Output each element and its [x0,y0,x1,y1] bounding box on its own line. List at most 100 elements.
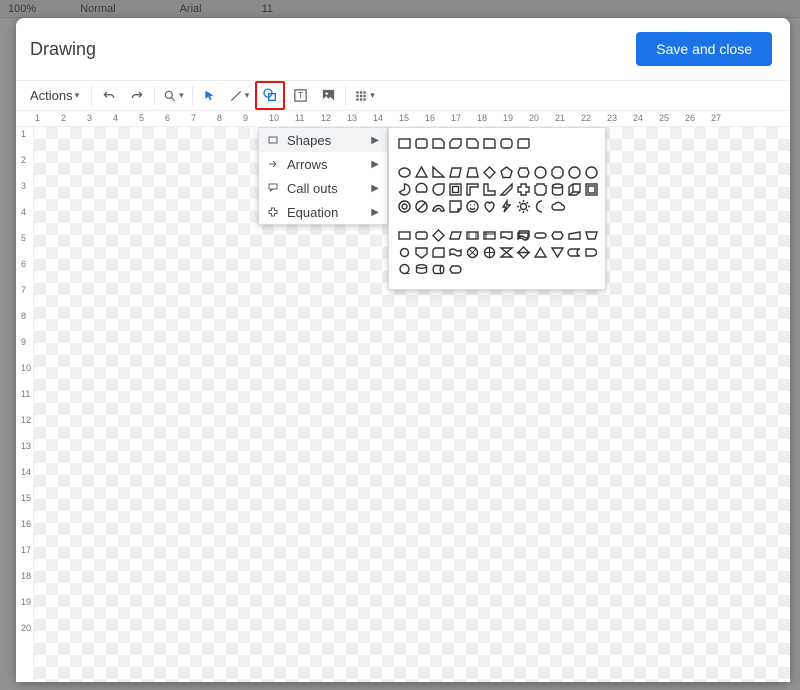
shape-category-arrows[interactable]: Arrows▶ [259,152,387,176]
shape-can[interactable] [550,182,565,197]
shape-prep[interactable] [550,228,565,243]
zoom-button[interactable] [159,84,188,108]
shape-or[interactable] [482,245,497,260]
shape-cloud[interactable] [550,199,565,214]
shape-merge[interactable] [550,245,565,260]
ruler-v-tick: 13 [16,441,33,467]
ruler-h-tick: 8 [216,113,242,123]
shape-internal[interactable] [482,228,497,243]
shape-snip1[interactable] [431,136,446,151]
drawing-canvas[interactable]: Shapes▶Arrows▶Call outs▶Equation▶ [34,127,790,682]
shape-moon[interactable] [533,199,548,214]
shape-data[interactable] [448,228,463,243]
shape-offpage[interactable] [414,245,429,260]
actions-menu-button[interactable]: Actions [22,84,87,108]
shape-bevel[interactable] [584,182,599,197]
ruler-h-tick: 23 [606,113,632,123]
shape-donut[interactable] [397,199,412,214]
shape-category-shapes[interactable]: Shapes▶ [259,128,387,152]
shape-diamond[interactable] [482,165,497,180]
shape-teardrop[interactable] [431,182,446,197]
shape-rtriangle[interactable] [431,165,446,180]
shape-sun[interactable] [516,199,531,214]
shape-dodecagon[interactable] [584,165,599,180]
shape-hexagon[interactable] [516,165,531,180]
shape-heptagon[interactable] [533,165,548,180]
shape-storeddata[interactable] [567,245,582,260]
shape-seqaccess[interactable] [397,262,412,277]
shape-frame[interactable] [448,182,463,197]
save-and-close-button[interactable]: Save and close [636,32,772,66]
shape-smiley[interactable] [465,199,480,214]
shape-terminator[interactable] [533,228,548,243]
shape-manualop[interactable] [584,228,599,243]
shape-triangle[interactable] [414,165,429,180]
shape-lshape[interactable] [482,182,497,197]
shape-summing[interactable] [465,245,480,260]
shape-tool-button[interactable] [257,83,283,107]
ruler-h-tick: 9 [242,113,268,123]
separator [192,86,193,106]
shape-blockarc[interactable] [431,199,446,214]
shape-directaccess[interactable] [431,262,446,277]
shape-multidoc[interactable] [516,228,531,243]
shape-plaque[interactable] [533,182,548,197]
shape-lightning[interactable] [499,199,514,214]
shape-halfframe[interactable] [465,182,480,197]
shape-round-rect[interactable] [414,136,429,151]
shape-trapezoid[interactable] [465,165,480,180]
separator [91,86,92,106]
shape-parallelogram[interactable] [448,165,463,180]
shape-collate[interactable] [499,245,514,260]
line-tool-button[interactable] [225,84,254,108]
shape-sort[interactable] [516,245,531,260]
undo-button[interactable] [96,84,122,108]
more-tool-button[interactable] [350,84,379,108]
shape-category-equation[interactable]: Equation▶ [259,200,387,224]
shape-snip2[interactable] [448,136,463,151]
shape-extract[interactable] [533,245,548,260]
palette-row [397,199,597,214]
submenu-arrow-icon: ▶ [371,207,379,218]
shape-chord[interactable] [414,182,429,197]
shape-ellipse[interactable] [397,165,412,180]
shape-foldcorner[interactable] [448,199,463,214]
shape-display[interactable] [448,262,463,277]
shape-round1[interactable] [482,136,497,151]
shape-punchtape[interactable] [448,245,463,260]
shape-diagstripe[interactable] [499,182,514,197]
shape-predefined[interactable] [465,228,480,243]
shape-decagon[interactable] [567,165,582,180]
shape-heart[interactable] [482,199,497,214]
shape-document[interactable] [499,228,514,243]
shape-manualinput[interactable] [567,228,582,243]
textbox-tool-button[interactable]: T [287,84,313,108]
shape-delay[interactable] [584,245,599,260]
shape-noentry[interactable] [414,199,429,214]
shape-pentagon[interactable] [499,165,514,180]
menu-item-label: Call outs [287,181,371,196]
canvas-area: 1234567891011121314151617181920 Shapes▶A… [16,127,790,682]
separator [154,86,155,106]
shape-magdisk[interactable] [414,262,429,277]
shape-pie[interactable] [397,182,412,197]
ruler-v-tick: 12 [16,415,33,441]
shape-rounddiag[interactable] [516,136,531,151]
shape-altprocess[interactable] [414,228,429,243]
submenu-arrow-icon: ▶ [371,159,379,170]
select-tool-button[interactable] [197,84,223,108]
image-tool-button[interactable] [315,84,341,108]
shape-card[interactable] [431,245,446,260]
shape-process[interactable] [397,228,412,243]
shape-octagon[interactable] [550,165,565,180]
shape-connector[interactable] [397,245,412,260]
shape-decision[interactable] [431,228,446,243]
shape-cube[interactable] [567,182,582,197]
shape-round2[interactable] [499,136,514,151]
shape-cross[interactable] [516,182,531,197]
shape-category-call-outs[interactable]: Call outs▶ [259,176,387,200]
ruler-h-tick: 11 [294,113,320,123]
shape-rect[interactable] [397,136,412,151]
redo-button[interactable] [124,84,150,108]
shape-snipround[interactable] [465,136,480,151]
